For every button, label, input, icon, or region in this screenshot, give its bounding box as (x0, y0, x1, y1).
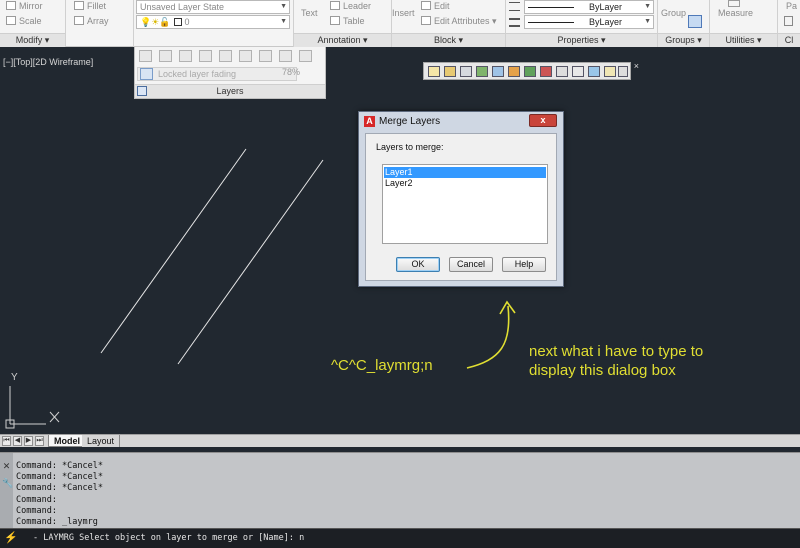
tab-layout[interactable]: Layout (82, 435, 121, 447)
layer-list[interactable]: Layer1 Layer2 (382, 164, 548, 244)
layer-tool-icon[interactable] (460, 66, 472, 77)
command-window-grip[interactable]: ✕ 🔧 (0, 453, 13, 529)
layer-list-item[interactable]: Layer1 (384, 167, 546, 178)
text-style-icon[interactable] (604, 66, 616, 77)
tab-model[interactable]: Model (48, 435, 86, 447)
autocad-icon: A (364, 116, 375, 127)
layer-tool-icon[interactable] (618, 66, 628, 77)
cancel-button[interactable]: Cancel (449, 257, 493, 272)
history-line: Command: (16, 494, 57, 505)
layer-tool-icon[interactable] (572, 66, 584, 77)
history-line: Command: *Cancel* (16, 472, 103, 483)
layer-tool-icon[interactable] (508, 66, 520, 77)
command-history: Command: *Cancel* Command: *Cancel* Comm… (16, 461, 103, 528)
close-icon[interactable]: × (634, 61, 639, 71)
note-line: next what i have to type to (529, 343, 704, 360)
layer-tool-icon[interactable] (588, 66, 600, 77)
layer-tool-icon[interactable] (556, 66, 568, 77)
layer-tool-icon[interactable] (428, 66, 440, 77)
command-prompt-icon[interactable]: ⚡ (4, 532, 18, 544)
ucs-y-label: Y (11, 372, 18, 383)
layers-to-merge-label: Layers to merge: (376, 142, 444, 152)
merge-layers-dialog: A Merge Layers x Layers to merge: Layer1… (358, 111, 564, 287)
command-history-window: ✕ 🔧 Command: *Cancel* Command: *Cancel* … (0, 452, 800, 529)
layout-tab-bar: ⏮ ◀ ▶ ⏭ Model Layout (0, 434, 800, 447)
history-line: Command: (16, 505, 57, 516)
dialog-title: Merge Layers (379, 116, 441, 127)
last-tab-icon[interactable]: ⏭ (35, 436, 44, 446)
dialog-body: Layers to merge: Layer1 Layer2 OK Cancel… (365, 133, 557, 281)
annotation-arrow (466, 305, 510, 369)
ok-button[interactable]: OK (396, 257, 440, 272)
layers-ii-toolbar: × (423, 61, 639, 80)
command-name: - LAYMRG (33, 533, 74, 543)
layer-tool-icon[interactable] (540, 66, 552, 77)
settings-wrench-icon[interactable]: 🔧 (2, 479, 13, 488)
dialog-titlebar[interactable]: A Merge Layers x (359, 112, 563, 132)
layer-tool-icon[interactable] (524, 66, 536, 77)
close-icon[interactable]: ✕ (2, 462, 11, 471)
history-line: Command: *Cancel* (16, 461, 103, 471)
command-line[interactable]: ⚡ - LAYMRG Select object on layer to mer… (0, 528, 800, 548)
layer-tool-icon[interactable] (444, 66, 456, 77)
drawing-line[interactable] (100, 148, 247, 354)
note-annotation: next what i have to type to display this… (529, 342, 769, 380)
close-button[interactable]: x (529, 114, 557, 127)
drawing-line[interactable] (177, 159, 324, 365)
macro-annotation: ^C^C_laymrg;n (331, 357, 433, 374)
first-tab-icon[interactable]: ⏮ (2, 436, 11, 446)
prev-tab-icon[interactable]: ◀ (13, 436, 22, 446)
next-tab-icon[interactable]: ▶ (24, 436, 33, 446)
layer-list-item[interactable]: Layer2 (384, 178, 546, 189)
note-line: display this dialog box (529, 362, 676, 379)
history-line: Command: _laymrg (16, 517, 98, 528)
help-button[interactable]: Help (502, 257, 546, 272)
filter-icon[interactable] (492, 66, 504, 77)
layer-tool-icon[interactable] (476, 66, 488, 77)
command-prompt-message: Select object on layer to merge or [Name… (79, 533, 305, 543)
command-prompt-text[interactable]: - LAYMRG Select object on layer to merge… (33, 533, 304, 543)
history-line: Command: *Cancel* (16, 483, 103, 494)
